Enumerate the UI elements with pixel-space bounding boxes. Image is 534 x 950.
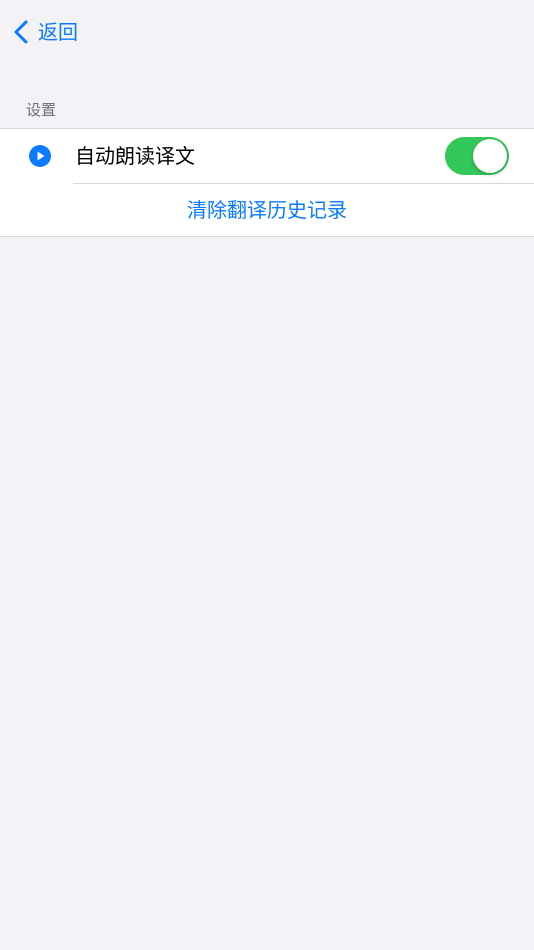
back-label: 返回: [38, 20, 78, 44]
back-button[interactable]: 返回: [12, 14, 78, 50]
chevron-left-icon: [12, 19, 30, 45]
settings-group: 自动朗读译文 清除翻译历史记录: [0, 128, 534, 237]
navigation-bar: 返回: [0, 0, 534, 64]
clear-history-button[interactable]: 清除翻译历史记录: [0, 183, 534, 237]
play-circle-icon: [29, 145, 51, 167]
section-header-settings: 设置: [26, 101, 57, 119]
auto-speak-row: 自动朗读译文: [0, 129, 534, 183]
clear-history-label: 清除翻译历史记录: [187, 198, 347, 222]
auto-speak-toggle[interactable]: [445, 137, 509, 175]
auto-speak-label: 自动朗读译文: [75, 144, 195, 168]
toggle-knob: [473, 139, 507, 173]
